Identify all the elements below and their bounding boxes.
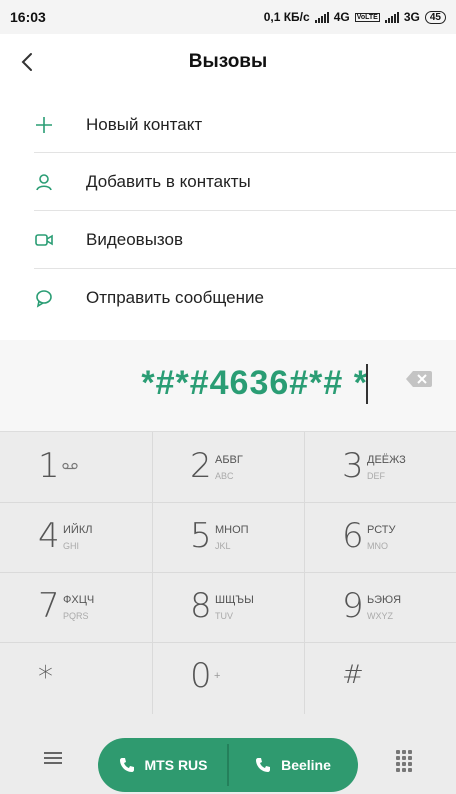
chevron-left-icon	[21, 53, 32, 71]
network-speed: 0,1 КБ/с	[263, 10, 310, 24]
menu-item-video-call[interactable]: Видеовызов	[0, 211, 456, 269]
key-digit: 0	[190, 656, 212, 696]
key-6[interactable]: 6 РСТУ MNO	[304, 502, 456, 572]
key-letters: ДЕЁЖЗ	[367, 454, 406, 466]
plus-icon	[36, 117, 52, 133]
message-icon	[36, 290, 52, 308]
phone-icon	[119, 758, 134, 772]
key-letters: ФХЦЧ	[63, 594, 95, 606]
battery-icon: 45	[424, 10, 446, 24]
key-digit: 2	[190, 446, 212, 486]
action-menu: Новый контакт Добавить в контакты Видеов…	[0, 90, 456, 340]
key-1[interactable]: 1	[0, 432, 152, 502]
page-title: Вызовы	[188, 51, 268, 72]
status-indicators: 0,1 КБ/с 4G VoLTE 3G 45	[264, 10, 446, 24]
key-latin: JKL	[215, 541, 231, 551]
key-letters: АБВГ	[215, 454, 243, 466]
key-latin: PQRS	[63, 611, 89, 621]
key-digit: *	[38, 660, 53, 695]
app-header: Вызовы	[0, 34, 456, 90]
key-letters: ШЩЪЫ	[215, 594, 254, 606]
key-digit: 9	[342, 586, 364, 626]
key-letters: ЬЭЮЯ	[367, 594, 402, 606]
video-icon	[35, 234, 53, 246]
menu-item-label: Новый контакт	[86, 115, 203, 134]
key-digit: 3	[342, 446, 364, 486]
network-type-1: 4G	[333, 10, 350, 24]
key-letters: +	[214, 670, 221, 682]
menu-button[interactable]	[42, 749, 64, 769]
backspace-icon	[406, 371, 432, 387]
key-latin: WXYZ	[367, 611, 393, 621]
key-digit: 8	[190, 586, 212, 626]
network-type-2: 3G	[403, 10, 420, 24]
number-display[interactable]: *#*#4636#*# *	[0, 340, 456, 432]
backspace-button[interactable]	[404, 368, 434, 390]
text-cursor	[366, 364, 368, 404]
key-5[interactable]: 5 МНОП JKL	[152, 502, 304, 572]
voicemail-icon	[62, 462, 78, 470]
key-digit: 4	[38, 516, 60, 556]
key-9[interactable]: 9 ЬЭЮЯ WXYZ	[304, 572, 456, 642]
key-digit: 7	[38, 586, 60, 626]
call-sim1-button[interactable]: MTS RUS	[98, 738, 228, 792]
call-sim2-button[interactable]: Beeline	[228, 738, 358, 792]
key-star[interactable]: *	[0, 642, 152, 712]
key-letters: МНОП	[215, 524, 249, 536]
key-latin: GHI	[63, 541, 80, 551]
menu-item-add-to-contacts[interactable]: Добавить в контакты	[0, 153, 456, 211]
key-2[interactable]: 2 АБВГ ABC	[152, 432, 304, 502]
key-letters: РСТУ	[367, 524, 396, 536]
key-7[interactable]: 7 ФХЦЧ PQRS	[0, 572, 152, 642]
key-hash[interactable]: #	[304, 642, 456, 712]
volte-badge: VoLTE	[354, 12, 380, 22]
key-latin: ABC	[215, 471, 234, 481]
key-8[interactable]: 8 ШЩЪЫ TUV	[152, 572, 304, 642]
bottom-bar: MTS RUS Beeline	[0, 714, 456, 794]
dial-keypad: 1 2 АБВГ ABC 3 ДЕЁЖЗ DEF 4 ИЙКЛ GHI 5 МН…	[0, 432, 456, 714]
key-digit: 5	[190, 516, 212, 556]
status-time: 16:03	[10, 9, 46, 25]
back-button[interactable]	[14, 48, 42, 76]
key-digit: 6	[342, 516, 364, 556]
sim2-label: Beeline	[281, 757, 331, 773]
signal-icon	[314, 11, 329, 23]
key-digit: 1	[38, 446, 60, 486]
menu-item-label: Добавить в контакты	[86, 172, 251, 191]
hide-keypad-button[interactable]	[396, 750, 412, 772]
key-latin: MNO	[367, 541, 388, 551]
key-4[interactable]: 4 ИЙКЛ GHI	[0, 502, 152, 572]
key-letters: ИЙКЛ	[63, 524, 93, 536]
menu-item-send-message[interactable]: Отправить сообщение	[0, 269, 456, 327]
dialed-number: *#*#4636#*# *	[141, 364, 368, 402]
key-0[interactable]: 0 +	[152, 642, 304, 712]
call-buttons: MTS RUS Beeline	[98, 738, 358, 792]
phone-icon	[256, 758, 271, 772]
key-latin: TUV	[215, 611, 233, 621]
sim1-label: MTS RUS	[144, 757, 208, 773]
signal-icon-2	[384, 11, 399, 23]
menu-item-label: Видеовызов	[86, 230, 184, 249]
key-digit: #	[342, 660, 364, 690]
key-latin: DEF	[367, 471, 385, 481]
menu-item-new-contact[interactable]: Новый контакт	[0, 96, 456, 154]
menu-item-label: Отправить сообщение	[86, 288, 264, 307]
person-icon	[36, 174, 52, 191]
key-3[interactable]: 3 ДЕЁЖЗ DEF	[304, 432, 456, 502]
status-bar: 16:03 0,1 КБ/с 4G VoLTE 3G 45	[0, 0, 456, 34]
